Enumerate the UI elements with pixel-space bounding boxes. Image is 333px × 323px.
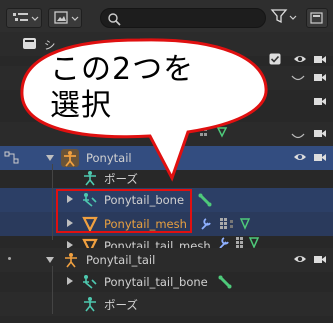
speech-bubble <box>20 38 268 182</box>
callout-text: この2つを 選択 <box>50 52 195 123</box>
selection-highlight-box <box>56 189 192 233</box>
